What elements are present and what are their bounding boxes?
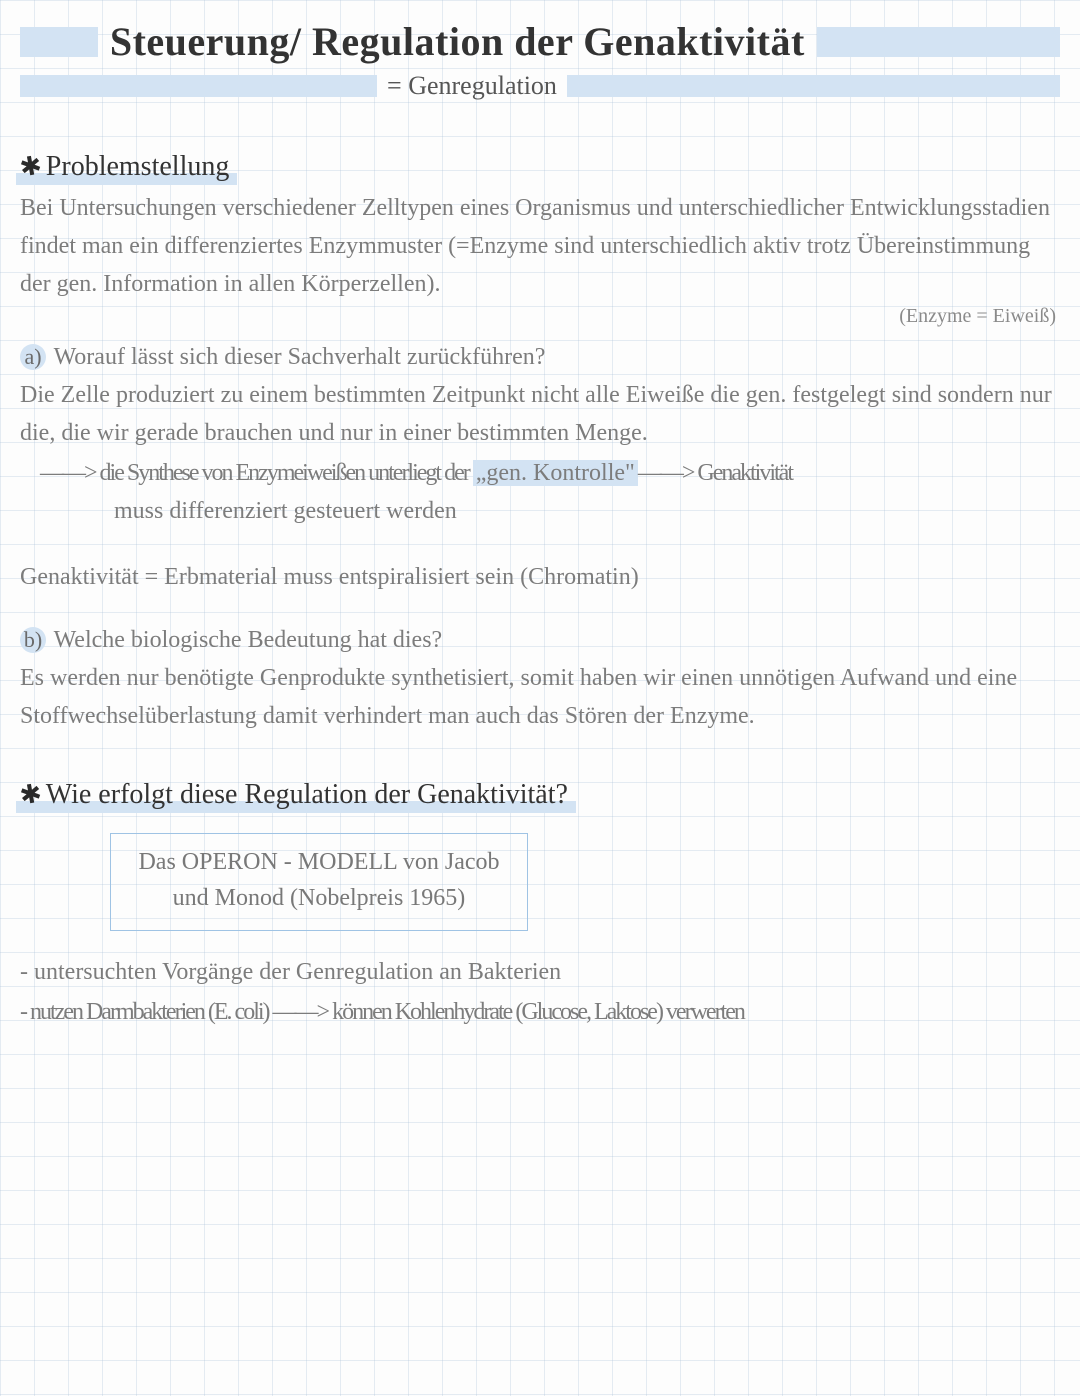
section-heading-label: Problemstellung — [46, 151, 230, 183]
answer-b: Es werden nur benötigte Genprodukte synt… — [20, 659, 1060, 735]
subtitle-highlight-left — [20, 75, 377, 97]
question-a-label: a) — [20, 344, 46, 370]
section-heading-label: Wie erfolgt diese Regulation der Genakti… — [46, 779, 568, 811]
title-row: Steuerung/ Regulation der Genaktivität — [20, 18, 1060, 65]
section-heading-problemstellung: ✱ Problemstellung — [20, 151, 229, 183]
bullet-1: - untersuchten Vorgänge der Genregulatio… — [20, 953, 1060, 991]
arrow-conclusion: ——> die Synthese von Enzymeiweißen unter… — [20, 454, 1060, 530]
operon-model-box: Das OPERON - MODELL von Jacob und Monod … — [110, 833, 528, 931]
scribble-icon: ✱ — [18, 778, 45, 811]
section-heading-regulation: ✱ Wie erfolgt diese Regulation der Genak… — [20, 779, 568, 811]
genaktivitaet-definition: Genaktivität = Erbmaterial muss entspira… — [20, 564, 1060, 591]
page-subtitle: = Genregulation — [377, 71, 567, 101]
question-a: a) Worauf lässt sich dieser Sachverhalt … — [20, 338, 1060, 376]
answer-a: Die Zelle produziert zu einem bestimmten… — [20, 376, 1060, 452]
operon-box-line2: und Monod (Nobelpreis 1965) — [129, 880, 509, 916]
intro-paragraph: Bei Untersuchungen verschiedener Zelltyp… — [20, 189, 1060, 303]
question-b-text: Welche biologische Bedeutung hat dies? — [54, 627, 443, 653]
question-b-label: b) — [20, 627, 46, 653]
page-title: Steuerung/ Regulation der Genaktivität — [98, 18, 817, 65]
arrow-post: ——> Genaktivität — [638, 460, 792, 486]
title-highlight-left — [20, 27, 98, 57]
arrow-pre: ——> die Synthese von Enzymeiweißen unter… — [40, 460, 473, 486]
arrow-line2: muss differenziert gesteuert werden — [40, 492, 1060, 530]
question-b: b) Welche biologische Bedeutung hat dies… — [20, 621, 1060, 659]
question-a-text: Worauf lässt sich dieser Sachverhalt zur… — [54, 344, 546, 370]
scribble-icon: ✱ — [18, 150, 45, 183]
subtitle-highlight-right — [567, 75, 1060, 97]
gen-kontrolle-highlight: „gen. Kontrolle" — [473, 460, 638, 486]
subtitle-row: = Genregulation — [20, 71, 1060, 101]
enzyme-note: (Enzyme = Eiweiß) — [20, 305, 1060, 328]
operon-box-line1: Das OPERON - MODELL von Jacob — [129, 844, 509, 880]
bullet-2: - nutzen Darmbakterien (E. coli) ——> kön… — [20, 993, 1060, 1031]
title-highlight-right — [817, 27, 1060, 57]
